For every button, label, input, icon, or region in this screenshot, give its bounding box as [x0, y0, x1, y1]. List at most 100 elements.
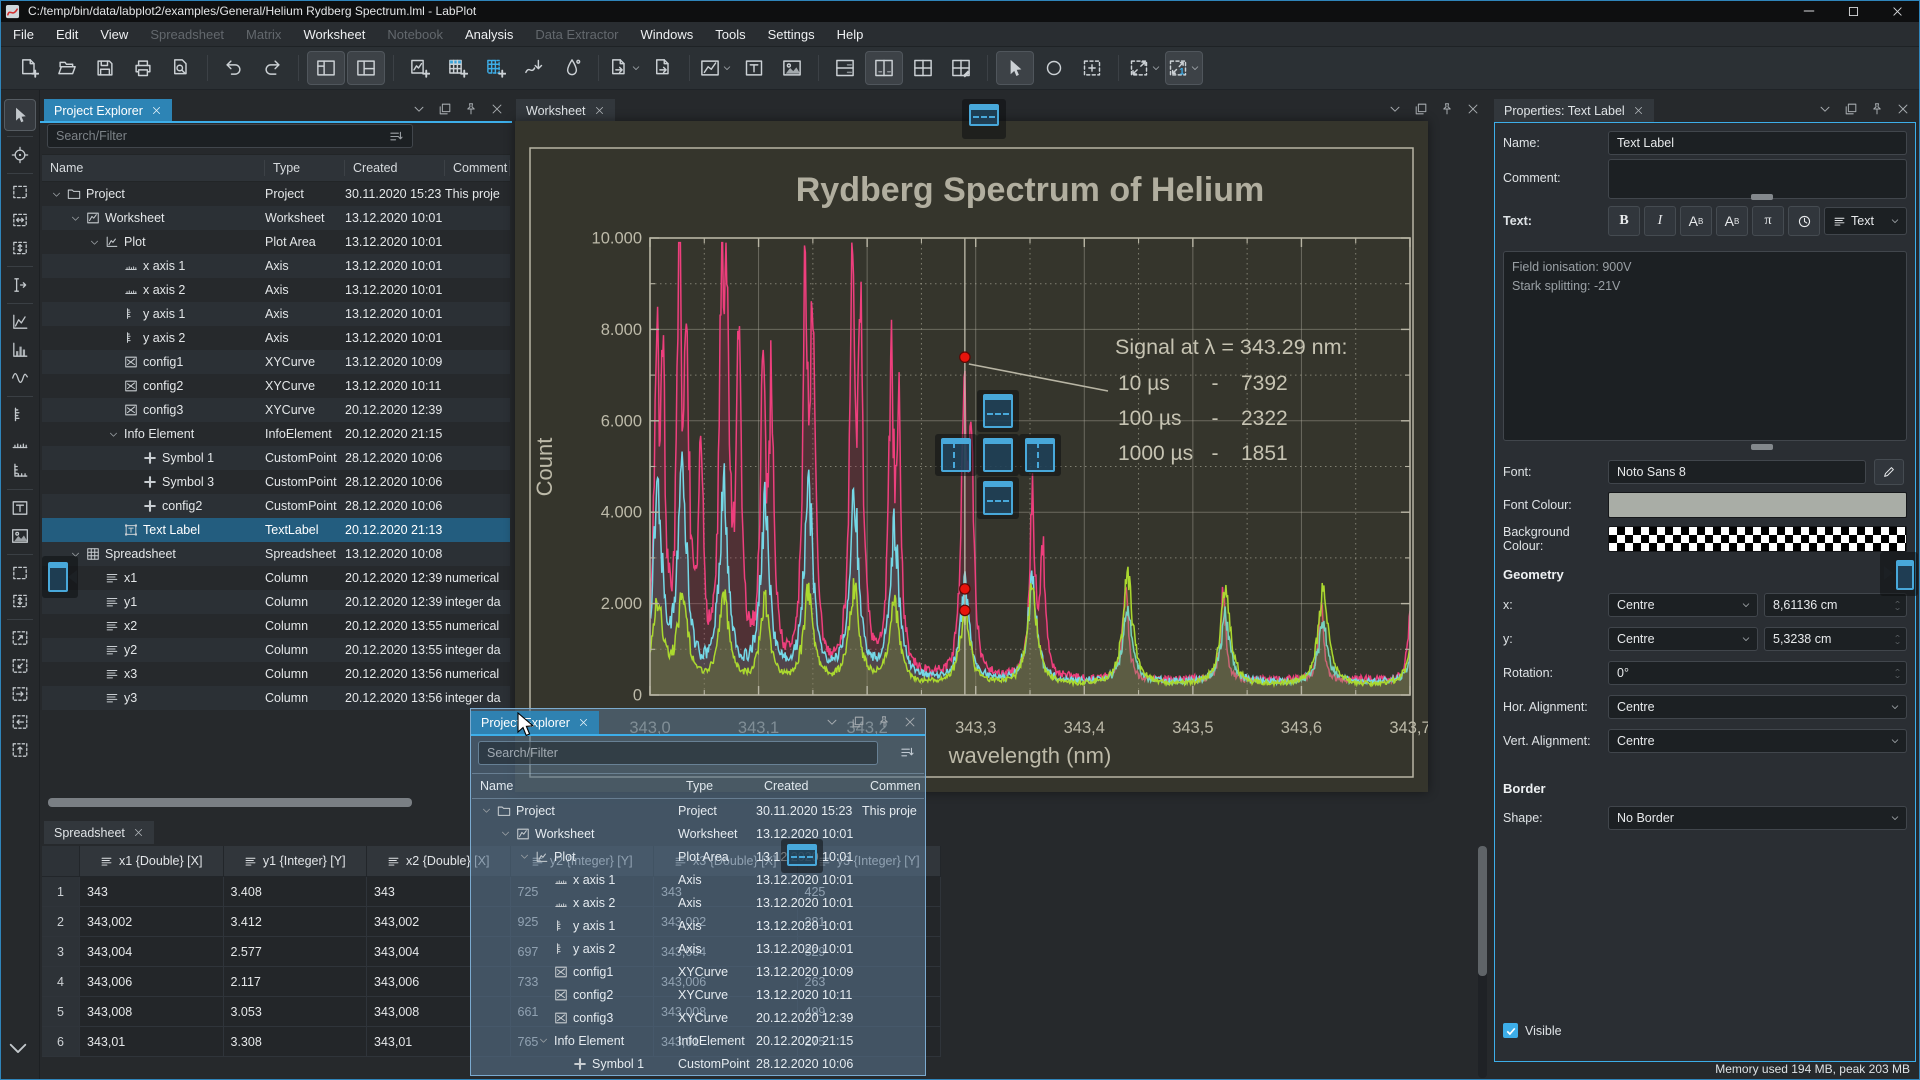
select-all-button[interactable]	[1074, 52, 1110, 84]
cell[interactable]: 343,01	[80, 1027, 224, 1057]
tree-row[interactable]: WorksheetWorksheet13.12.2020 10:01	[42, 206, 510, 230]
tree-row[interactable]: Info ElementInfoElement20.12.2020 21:15	[472, 1029, 924, 1052]
zoom-circle-button[interactable]	[1036, 52, 1072, 84]
tab-properties-text-label[interactable]: Properties: Text Label	[1494, 99, 1654, 122]
tree-row[interactable]: ProjectProject30.11.2020 15:23This proje	[42, 182, 510, 206]
menu-edit[interactable]: Edit	[47, 24, 87, 45]
text-frame-button[interactable]	[736, 52, 772, 84]
dock-close-icon[interactable]	[490, 102, 504, 116]
comment-field[interactable]	[1608, 159, 1907, 199]
tab-project-explorer[interactable]: Project Explorer	[44, 99, 172, 122]
tab-close-icon[interactable]	[594, 105, 605, 116]
redo-button[interactable]	[254, 52, 290, 84]
column-header[interactable]: x1 {Double} [X]	[80, 846, 224, 877]
cell[interactable]: 2.577	[224, 937, 368, 967]
workbook-new-button[interactable]	[402, 52, 438, 84]
tree-row[interactable]: y3Column20.12.2020 13:56integer da	[42, 686, 510, 710]
tree-row[interactable]: config2CustomPoint28.12.2020 10:06	[42, 494, 510, 518]
column-header-comment[interactable]: Comment	[445, 160, 510, 176]
marquee-tool-button[interactable]	[6, 560, 34, 586]
shrink-sel-tool-button[interactable]	[6, 653, 34, 679]
font-colour-swatch[interactable]	[1608, 492, 1907, 518]
tree-row[interactable]: x axis 1Axis13.12.2020 10:01	[472, 868, 924, 891]
tree-row[interactable]: WorksheetWorksheet13.12.2020 10:01	[472, 822, 924, 845]
panel-bottom-button[interactable]	[347, 51, 385, 85]
close-button[interactable]	[1875, 0, 1919, 22]
symbols-button[interactable]: π	[1752, 206, 1784, 236]
tree-row[interactable]: config2XYCurve13.12.2020 10:11	[472, 983, 924, 1006]
layout-grid-button[interactable]	[905, 52, 941, 84]
cell[interactable]: 2.117	[224, 967, 368, 997]
tree-row[interactable]: x axis 1Axis13.12.2020 10:01	[42, 254, 510, 278]
tree-row[interactable]: ProjectProject30.11.2020 15:23This proje	[472, 799, 924, 822]
tree-row[interactable]: Text LabelTextLabel20.12.2020 21:13	[42, 518, 510, 542]
chart-button[interactable]	[698, 52, 734, 84]
document-print-button[interactable]	[125, 52, 161, 84]
menu-windows[interactable]: Windows	[632, 24, 703, 45]
dock-float-icon[interactable]	[1844, 102, 1858, 116]
border-shape-select[interactable]: No Border	[1608, 806, 1907, 830]
tree-row[interactable]: Symbol 1CustomPoint28.12.2020 10:06	[42, 446, 510, 470]
text-content-area[interactable]: Field ionisation: 900V Stark splitting: …	[1503, 251, 1907, 441]
subscript-button[interactable]: AB	[1716, 206, 1748, 236]
toolbar-overflow-button[interactable]	[4, 1035, 32, 1061]
menu-settings[interactable]: Settings	[759, 24, 824, 45]
image-frame-tool-button[interactable]	[6, 523, 34, 549]
font-edit-button[interactable]	[1874, 459, 1904, 485]
filter-options-icon[interactable]	[900, 745, 915, 760]
column-header-type[interactable]: Type	[678, 779, 756, 793]
tab-close-icon[interactable]	[133, 827, 144, 838]
cell[interactable]: 3.308	[224, 1027, 368, 1057]
color-drop-button[interactable]	[554, 52, 590, 84]
layout-break-button[interactable]	[943, 52, 979, 84]
splitter-grip[interactable]	[1751, 444, 1773, 450]
column-header-type[interactable]: Type	[265, 160, 345, 176]
dock-pin-icon[interactable]	[877, 715, 891, 729]
marquee-h-tool-button[interactable]	[6, 207, 34, 233]
axis-corner-tool-button[interactable]	[6, 458, 34, 484]
document-open-button[interactable]	[49, 52, 85, 84]
document-save-button[interactable]	[87, 52, 123, 84]
marquee-v-tool-button[interactable]	[6, 235, 34, 261]
menu-analysis[interactable]: Analysis	[456, 24, 522, 45]
column-header[interactable]: y1 {Integer} [Y]	[224, 846, 368, 877]
zoom-one-button[interactable]: 1	[1165, 51, 1203, 85]
vertical-scrollbar[interactable]	[1478, 846, 1487, 1078]
y-mode-select[interactable]: Centre	[1608, 627, 1758, 651]
tree-row[interactable]: y2Column20.12.2020 13:55integer da	[42, 638, 510, 662]
superscript-button[interactable]: AB	[1680, 206, 1712, 236]
cell[interactable]: 343,006	[80, 967, 224, 997]
splitter-grip[interactable]	[1751, 194, 1773, 200]
dock-float-icon[interactable]	[851, 715, 865, 729]
cell[interactable]: 3.412	[224, 907, 368, 937]
tree-row[interactable]: config1XYCurve13.12.2020 10:09	[472, 960, 924, 983]
font-field[interactable]: Noto Sans 8	[1608, 460, 1866, 484]
menu-view[interactable]: View	[91, 24, 137, 45]
tree-row[interactable]: x3Column20.12.2020 13:56numerical	[42, 662, 510, 686]
tree-row[interactable]: SpreadsheetSpreadsheet13.12.2020 10:08	[42, 542, 510, 566]
cell[interactable]: 3.053	[224, 997, 368, 1027]
tab-close-icon[interactable]	[1633, 105, 1644, 116]
cursor-shift-tool-button[interactable]	[6, 272, 34, 298]
panel-left-button[interactable]	[307, 51, 345, 85]
spreadsheet-new-button[interactable]	[440, 52, 476, 84]
dock-close-icon[interactable]	[1896, 102, 1910, 116]
dock-menu-icon[interactable]	[1818, 102, 1832, 116]
column-header-name[interactable]: Name	[42, 160, 265, 176]
maximize-button[interactable]	[1831, 0, 1875, 22]
tab-worksheet[interactable]: Worksheet	[516, 99, 615, 122]
minimize-button[interactable]	[1787, 0, 1831, 22]
column-header-name[interactable]: Name	[472, 779, 678, 793]
tab-close-icon[interactable]	[151, 105, 162, 116]
text-frame-tool-button[interactable]	[6, 495, 34, 521]
hor-alignment-select[interactable]: Centre	[1608, 695, 1907, 719]
text-mode-select[interactable]: Text	[1824, 207, 1907, 235]
cell[interactable]: 343,008	[80, 997, 224, 1027]
horizontal-scrollbar[interactable]	[48, 798, 412, 807]
expand-sel-tool-button[interactable]	[6, 625, 34, 651]
tree-row[interactable]: x axis 2Axis13.12.2020 10:01	[472, 891, 924, 914]
dock-pin-icon[interactable]	[1870, 102, 1884, 116]
dock-pin-icon[interactable]	[464, 102, 478, 116]
pan-left-tool-button[interactable]	[6, 709, 34, 735]
cell[interactable]: 343	[80, 877, 224, 907]
